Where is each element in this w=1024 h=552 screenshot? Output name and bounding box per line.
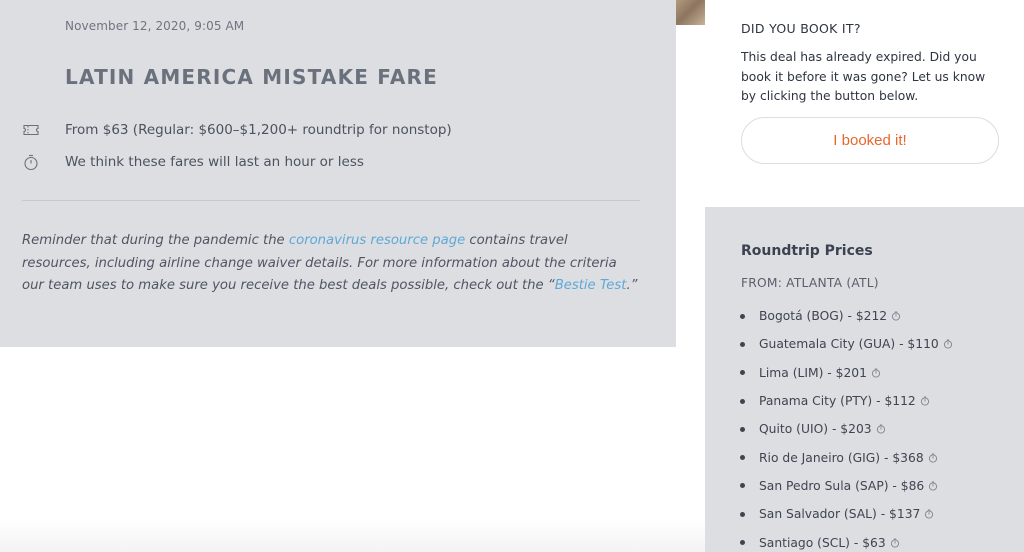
price-item-label: Lima (LIM) - $201 [759,365,867,380]
bullet-icon [740,455,745,461]
deal-date: November 12, 2020, 9:05 AM [65,19,245,33]
coronavirus-resource-link[interactable]: coronavirus resource page [289,233,465,248]
bullet-icon [740,483,745,489]
booked-card: DID YOU BOOK IT? This deal has already e… [705,0,1024,207]
history-icon [943,339,953,349]
price-info-text: From $63 (Regular: $600–$1,200+ roundtri… [65,122,452,138]
price-item-label: Quito (UIO) - $203 [759,422,872,437]
price-item-label: Guatemala City (GUA) - $110 [759,337,939,352]
bestie-test-link[interactable]: Bestie Test [555,278,627,293]
deal-title: LATIN AMERICA MISTAKE FARE [65,65,439,89]
deal-panel: November 12, 2020, 9:05 AM LATIN AMERICA… [0,0,676,347]
history-icon [876,424,886,434]
reminder-text-1: Reminder that during the pandemic the [22,233,289,248]
booked-it-button[interactable]: I booked it! [741,117,999,164]
bullet-icon [740,426,745,432]
price-list-item[interactable]: Lima (LIM) - $201 [740,359,953,387]
bullet-icon [740,540,745,546]
reminder-text-3: .” [626,278,638,293]
price-list: Bogotá (BOG) - $212 Guatemala City (GUA) … [740,302,953,552]
bullet-icon [740,341,745,347]
bullet-icon [740,398,745,404]
price-list-item[interactable]: Bogotá (BOG) - $212 [740,302,953,330]
roundtrip-prices-panel: Roundtrip Prices FROM: ATLANTA (ATL) Bog… [705,207,1024,552]
price-item-label: Santiago (SCL) - $63 [759,535,886,550]
destination-photo [676,0,705,25]
prices-title: Roundtrip Prices [741,243,873,259]
history-icon [928,481,938,491]
price-item-label: Bogotá (BOG) - $212 [759,309,888,324]
history-icon [891,311,901,321]
ticket-icon [22,121,40,139]
divider [22,200,640,201]
price-item-label: San Salvador (SAL) - $137 [759,507,921,522]
price-info-row: From $63 (Regular: $600–$1,200+ roundtri… [22,120,452,140]
price-list-item[interactable]: San Salvador (SAL) - $137 [740,500,953,528]
price-item-label: San Pedro Sula (SAP) - $86 [759,478,925,493]
time-info-row: We think these fares will last an hour o… [22,152,364,172]
booked-heading: DID YOU BOOK IT? [741,21,861,36]
time-info-text: We think these fares will last an hour o… [65,154,364,170]
bullet-icon [740,313,745,319]
price-list-item[interactable]: San Pedro Sula (SAP) - $86 [740,472,953,500]
history-icon [920,396,930,406]
stopwatch-icon [22,153,40,171]
history-icon [924,509,934,519]
history-icon [871,368,881,378]
bullet-icon [740,511,745,517]
price-item-label: Rio de Janeiro (GIG) - $368 [759,450,924,465]
pandemic-reminder: Reminder that during the pandemic the co… [22,230,640,298]
history-icon [890,538,900,548]
price-item-label: Panama City (PTY) - $112 [759,394,916,409]
history-icon [928,453,938,463]
price-list-item[interactable]: Panama City (PTY) - $112 [740,387,953,415]
bullet-icon [740,370,745,376]
price-list-item[interactable]: Quito (UIO) - $203 [740,415,953,443]
bottom-fade [0,520,705,552]
price-list-item[interactable]: Guatemala City (GUA) - $110 [740,330,953,358]
price-list-item[interactable]: Santiago (SCL) - $63 [740,528,953,552]
price-list-item[interactable]: Rio de Janeiro (GIG) - $368 [740,443,953,471]
booked-description: This deal has already expired. Did you b… [741,50,986,103]
origin-label: FROM: ATLANTA (ATL) [741,276,879,290]
